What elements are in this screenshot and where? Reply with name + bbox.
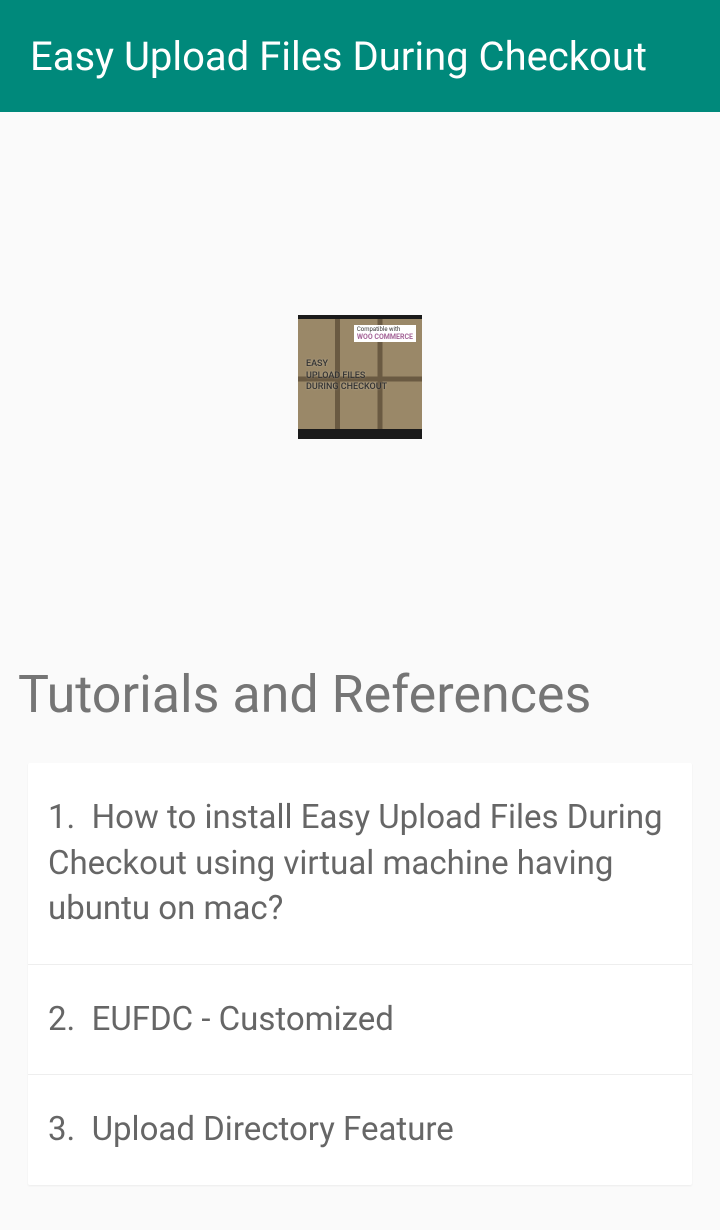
tutorial-text: Upload Directory Feature [92,1110,454,1149]
banner-text: EASY UPLOAD FILES DURING CHECKOUT [306,359,387,394]
woo-label: WOO COMMERCE [357,333,413,341]
hero-section: Compatible with WOO COMMERCE EASY UPLOAD… [0,112,720,642]
tutorial-item-2[interactable]: 2. EUFDC - Customized [28,965,692,1076]
banner-line3: DURING CHECKOUT [306,382,387,392]
tutorial-list: 1. How to install Easy Upload Files Duri… [28,763,692,1185]
app-header: Easy Upload Files During Checkout [0,0,720,112]
banner-line1: EASY [306,359,328,369]
tutorial-text: EUFDC - Customized [92,1000,394,1039]
banner-line2: UPLOAD FILES [306,371,365,381]
compatible-label: Compatible with [357,326,400,333]
page-title: Easy Upload Files During Checkout [30,33,647,80]
tutorial-number: 2. [48,1000,75,1039]
tutorial-item-3[interactable]: 3. Upload Directory Feature [28,1075,692,1185]
section-heading: Tutorials and References [0,642,720,763]
compatibility-badge: Compatible with WOO COMMERCE [354,325,416,342]
product-banner-image: Compatible with WOO COMMERCE EASY UPLOAD… [298,315,422,439]
tutorial-number: 3. [48,1110,75,1149]
tutorial-text: How to install Easy Upload Files During … [48,798,663,928]
banner-footer [298,429,422,439]
tutorial-number: 1. [48,798,75,837]
tutorial-item-1[interactable]: 1. How to install Easy Upload Files Duri… [28,763,692,965]
